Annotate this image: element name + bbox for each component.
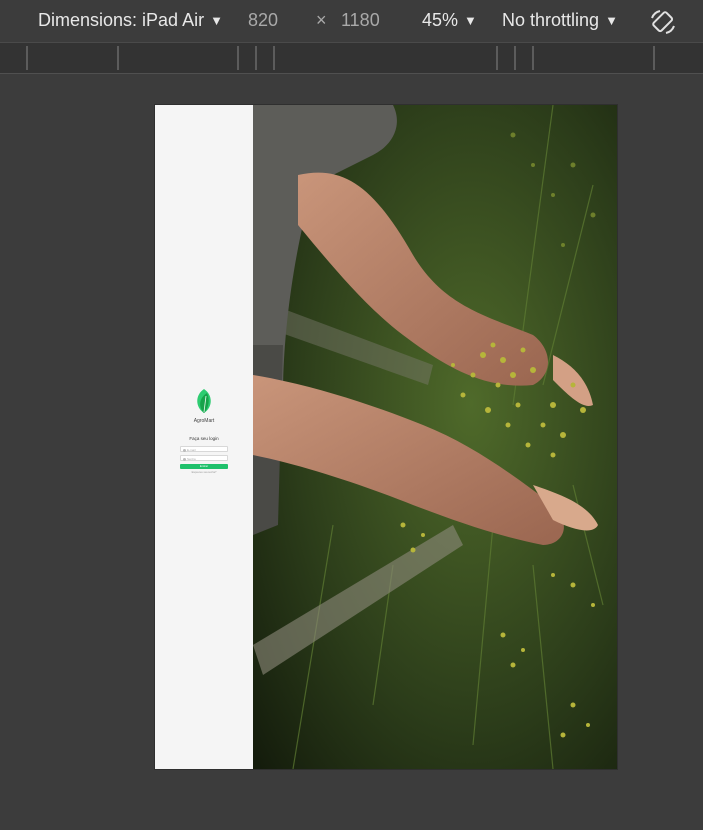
ruler-tick[interactable]	[532, 46, 534, 70]
ruler-tick[interactable]	[514, 46, 516, 70]
chevron-down-icon: ▼	[210, 13, 223, 28]
login-panel: AgroMart Faça seu login E-mail Senha Ent…	[155, 105, 253, 769]
mail-icon	[182, 448, 186, 452]
chevron-down-icon: ▼	[605, 13, 618, 28]
times-symbol: ×	[316, 10, 327, 30]
email-placeholder: E-mail	[187, 448, 196, 452]
login-button[interactable]: Entrar	[180, 464, 228, 469]
ruler-tick[interactable]	[496, 46, 498, 70]
media-query-ruler	[0, 43, 703, 74]
forgot-password-link[interactable]: Esqueceu sua senha?	[155, 471, 253, 474]
zoom-label: 45%	[422, 10, 459, 30]
lock-icon	[182, 457, 186, 461]
ruler-tick[interactable]	[237, 46, 239, 70]
ruler-tick[interactable]	[117, 46, 119, 70]
email-field[interactable]: E-mail	[180, 446, 228, 452]
device-viewport: AgroMart Faça seu login E-mail Senha Ent…	[155, 105, 617, 769]
dimensions-label: Dimensions: iPad Air	[38, 10, 205, 30]
hero-photo	[253, 105, 617, 769]
ruler-tick[interactable]	[26, 46, 28, 70]
chevron-down-icon: ▼	[464, 13, 477, 28]
zoom-dropdown[interactable]: 45% ▼	[422, 10, 477, 31]
password-field[interactable]: Senha	[180, 455, 228, 461]
throttling-label: No throttling	[502, 10, 600, 30]
throttling-dropdown[interactable]: No throttling ▼	[502, 10, 618, 31]
width-input[interactable]: 820	[248, 10, 278, 31]
dimensions-dropdown[interactable]: Dimensions: iPad Air ▼	[38, 10, 223, 31]
ruler-tick[interactable]	[653, 46, 655, 70]
device-toolbar: Dimensions: iPad Air ▼ 820 × 1180 45% ▼ No…	[0, 0, 703, 43]
leaf-logo-icon	[193, 388, 215, 414]
password-placeholder: Senha	[187, 457, 196, 461]
ruler-tick[interactable]	[273, 46, 275, 70]
rotate-icon[interactable]	[648, 8, 678, 36]
brand-name: AgroMart	[193, 418, 215, 424]
login-title: Faça seu login	[189, 436, 219, 441]
height-input[interactable]: 1180	[341, 10, 380, 31]
ruler-tick[interactable]	[255, 46, 257, 70]
